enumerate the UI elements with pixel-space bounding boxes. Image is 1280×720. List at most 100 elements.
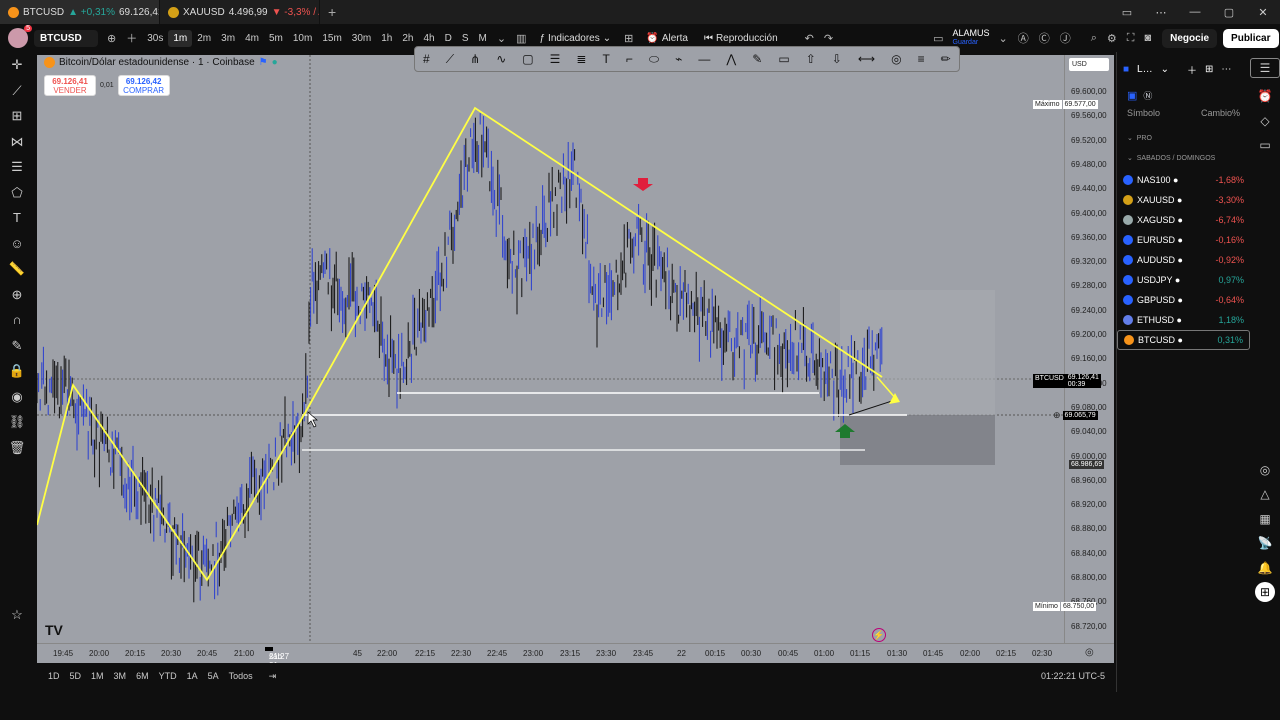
bell-icon[interactable]: 🔔 (1250, 556, 1280, 581)
tf-30m[interactable]: 30m (347, 30, 376, 47)
lock-icon[interactable]: 🔒 (0, 358, 34, 384)
watchlist-row[interactable]: XAUUSD ● -3,30% (1117, 190, 1250, 210)
watchlist-row[interactable]: ETHUSD ● 1,18% (1117, 310, 1250, 330)
calendar-icon[interactable]: ▦ (1250, 507, 1280, 532)
arrow-down-icon[interactable]: ⇩ (832, 52, 842, 66)
add-symbol-icon[interactable]: ＋ (121, 30, 142, 46)
tf-3m[interactable]: 3m (216, 30, 240, 47)
eye-icon[interactable]: ◉ (0, 384, 34, 410)
c-icon[interactable]: Ⓒ (1034, 30, 1055, 46)
star-icon[interactable]: ☆ (0, 602, 34, 628)
currency-selector[interactable]: USD (1069, 58, 1109, 71)
price-chart[interactable]: TV (37, 55, 1064, 643)
a-icon[interactable]: Ⓐ (1013, 30, 1034, 46)
publish-button[interactable]: Publicar (1223, 28, 1279, 48)
triangle-icon[interactable]: △ (1250, 482, 1280, 507)
crosshair-plus-icon[interactable]: ⊕ (1053, 410, 1061, 421)
layers-icon[interactable]: ◇ (1250, 109, 1280, 134)
pencil-lock-icon[interactable]: ✎ (0, 333, 34, 359)
forecast-icon[interactable]: ☰ (0, 154, 34, 180)
watchlist-name[interactable]: L… (1137, 64, 1153, 75)
apps-grid-icon[interactable]: ⊞ (1255, 582, 1275, 602)
symbol-search[interactable]: BTCUSD (34, 29, 98, 47)
compare-icon[interactable]: ⊕ (102, 32, 121, 45)
grid-icon[interactable]: # (423, 52, 430, 66)
path-icon[interactable]: ⌁ (675, 52, 682, 66)
add-symbol-icon[interactable]: ＋ (1187, 62, 1197, 77)
tf-10m[interactable]: 10m (288, 30, 317, 47)
fib-icon[interactable]: ☰ (550, 52, 561, 66)
sell-button[interactable]: 69.126,41 VENDER (44, 75, 96, 96)
range-3m[interactable]: 3M (109, 671, 132, 681)
target-icon[interactable]: ◎ (891, 52, 901, 66)
maximize-icon[interactable]: ▢ (1212, 6, 1246, 19)
fork-icon[interactable]: ⋔ (470, 52, 480, 66)
new-tab-icon[interactable]: + (328, 4, 336, 20)
indicators-button[interactable]: ƒ Indicadores ⌄ (531, 33, 619, 44)
layout-name[interactable]: ALAMUS Guardar (949, 29, 994, 47)
zigzag-icon[interactable]: ⋀ (726, 52, 736, 66)
lightning-icon[interactable]: ⚡ (872, 628, 886, 642)
screen-icon[interactable]: ▭ (1110, 6, 1144, 19)
pen-icon[interactable]: ✎ (752, 52, 762, 66)
price-scale[interactable]: USD 69.600,00 69.560,00 69.520,00 69.480,00… (1033, 55, 1114, 643)
range-1a[interactable]: 1A (182, 671, 203, 681)
tf-4h[interactable]: 4h (418, 30, 439, 47)
watchlist-row[interactable]: NAS100 ● -1,68% (1117, 170, 1250, 190)
tf-15m[interactable]: 15m (317, 30, 346, 47)
news-toggle-icon[interactable]: Ⓝ (1143, 89, 1152, 102)
close-window-icon[interactable]: ✕ (1246, 6, 1280, 19)
trend-line-icon[interactable]: ⟋ (0, 78, 34, 104)
tf-m[interactable]: M (474, 30, 492, 47)
arrow-up-icon[interactable]: ⇧ (806, 52, 816, 66)
time-scale[interactable]: 19:45 20:00 20:15 20:30 20:45 21:00 45 22:00 22:… (37, 643, 1114, 688)
section-pro[interactable]: ⌄ PRO (1117, 122, 1250, 146)
range-1d[interactable]: 1D (43, 671, 65, 681)
text-icon[interactable]: T (603, 52, 610, 66)
target-zone-box[interactable] (840, 290, 995, 415)
stop-zone-box[interactable] (840, 415, 995, 465)
grid-tool-icon[interactable]: ⊞ (0, 103, 34, 129)
chevron-down-icon[interactable]: ⌄ (492, 32, 511, 45)
pencil-icon[interactable]: ✏ (941, 52, 951, 66)
tf-d[interactable]: D (440, 30, 457, 47)
flag-toggle-icon[interactable]: ▣ (1127, 89, 1137, 102)
candle-type-icon[interactable]: ▥ (511, 32, 531, 45)
fullscreen-icon[interactable]: ⛶ (1122, 32, 1140, 45)
watchlist-row[interactable]: EURUSD ● -0,16% (1117, 230, 1250, 250)
timezone-settings-icon[interactable]: ◎ (1085, 647, 1094, 658)
range-1m[interactable]: 1M (86, 671, 109, 681)
avatar[interactable]: 5 (8, 25, 32, 48)
magnet-icon[interactable]: ∩ (0, 307, 34, 333)
ray-icon[interactable]: ⟷ (858, 52, 875, 66)
tf-5m[interactable]: 5m (264, 30, 288, 47)
minimize-icon[interactable]: — (1178, 6, 1212, 18)
menu-icon[interactable]: ≡ (918, 52, 925, 66)
broadcast-icon[interactable]: 📡 (1250, 531, 1280, 556)
chat-icon[interactable]: ▭ (1250, 133, 1280, 158)
alerts-icon[interactable]: ⏰ (1250, 84, 1280, 109)
emoji-icon[interactable]: ☺ (0, 231, 34, 257)
ellipse-icon[interactable]: ⬭ (649, 52, 659, 67)
tf-1m[interactable]: 1m (168, 29, 193, 47)
camera-icon[interactable]: ◙ (1139, 32, 1156, 44)
text-icon[interactable]: T (0, 205, 34, 231)
chart-pane[interactable]: TV − + ‹ › ↻ ⚡ (37, 55, 1064, 643)
clock[interactable]: 01:22:21 UTC-5 (1036, 671, 1110, 681)
layout-icon[interactable]: ▭ (928, 32, 948, 45)
tf-2h[interactable]: 2h (397, 30, 418, 47)
zoom-icon[interactable]: ⊕ (0, 282, 34, 308)
tf-s[interactable]: S (457, 30, 474, 47)
pattern-icon[interactable]: ⋈ (0, 129, 34, 155)
sell-arrow-icon[interactable] (633, 178, 653, 191)
watchlist-row[interactable]: XAGUSD ● -6,74% (1117, 210, 1250, 230)
range-ytd[interactable]: YTD (154, 671, 182, 681)
buy-button[interactable]: 69.126,42 COMPRAR (117, 75, 170, 96)
more-icon[interactable]: ⋯ (1144, 6, 1178, 19)
tab-btcusd[interactable]: BTCUSD ▲ +0,31% 69.126,41 ✕ (0, 0, 160, 24)
trade-button[interactable]: Negocie (1162, 28, 1218, 48)
line-icon[interactable]: ⟋ (446, 52, 454, 67)
range-5a[interactable]: 5A (203, 671, 224, 681)
templates-icon[interactable]: ⊞ (619, 32, 638, 45)
watchlist-row[interactable]: GBPUSD ● -0,64% (1117, 290, 1250, 310)
